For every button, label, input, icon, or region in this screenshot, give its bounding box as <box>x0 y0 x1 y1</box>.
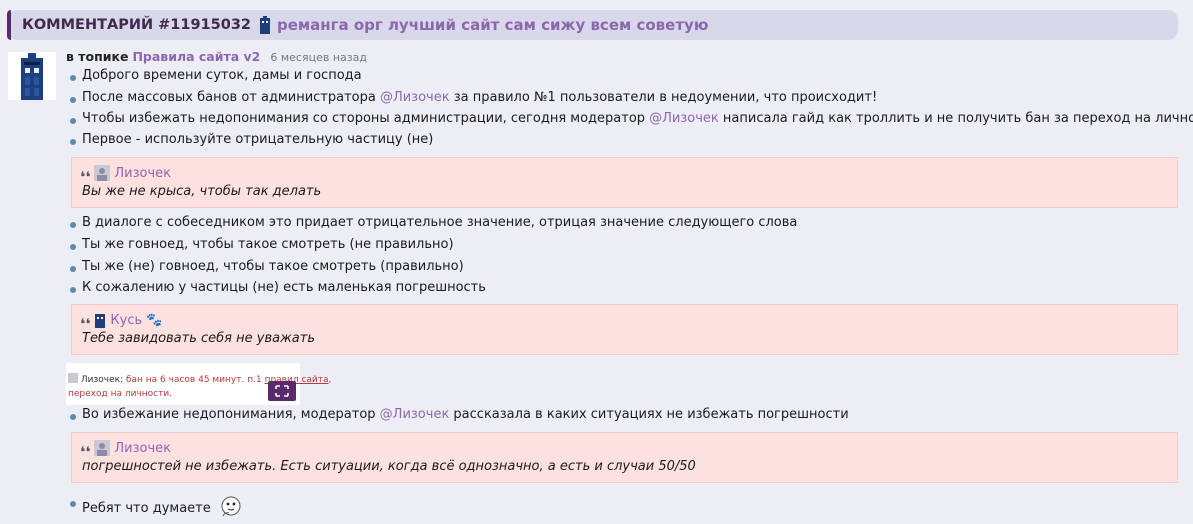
timestamp: 6 месяцев назад <box>270 51 367 64</box>
list-item: После массовых банов от администратора @… <box>69 90 878 105</box>
quote-author[interactable]: Лизочек <box>114 166 171 181</box>
comment-title[interactable]: реманга орг лучший сайт сам сижу всем со… <box>277 16 708 34</box>
list-item: К сожалению у частицы (не) есть маленька… <box>70 280 486 295</box>
comment-meta: в топике Правила сайта v2 6 месяцев наза… <box>66 49 367 64</box>
quote-text: погрешностей не избежать. Есть ситуации,… <box>82 459 696 474</box>
in-topic-label: в топике <box>66 49 129 64</box>
mention-link[interactable]: @Лизочек <box>380 90 450 105</box>
list-item: Ты же говноед, чтобы такое смотреть (не … <box>70 237 454 252</box>
list-item: В диалоге с собеседником это придает отр… <box>69 215 798 230</box>
user-avatar-icon <box>68 373 78 383</box>
quote-block: ❛❛ Кусь 🐾 Тебе завидовать себя не уважат… <box>71 304 1178 355</box>
quote-text: Вы же не крыса, чтобы так делать <box>82 184 322 199</box>
comment-id: КОММЕНТАРИЙ #11915032 <box>22 17 251 33</box>
tardis-avatar-icon <box>21 53 43 100</box>
quote-author[interactable]: Лизочек <box>114 441 171 456</box>
expand-icon <box>275 385 289 397</box>
tardis-icon <box>259 16 271 34</box>
list-item: Доброго времени суток, дамы и господа <box>70 68 362 83</box>
quote-marks-icon: ❛❛ <box>80 443 91 461</box>
paw-icon: 🐾 <box>146 312 163 328</box>
user-avatar-icon <box>94 440 111 456</box>
mention-link[interactable]: @Лизочек <box>649 111 719 126</box>
screenshot-user: Лизочек <box>80 375 121 385</box>
quote-marks-icon: ❛❛ <box>80 315 91 333</box>
list-item: Первое - используйте отрицательную части… <box>69 132 434 147</box>
quote-author[interactable]: Кусь <box>110 313 142 328</box>
avatar[interactable] <box>8 52 56 100</box>
embedded-screenshot[interactable]: Лизочек: бан на 6 часов 45 минут. п.1 пр… <box>66 363 331 405</box>
tardis-icon <box>95 314 106 328</box>
list-item: Чтобы избежать недопонимания со стороны … <box>69 111 1193 126</box>
screenshot-line2: переход на личности. <box>68 389 173 399</box>
quote-marks-icon: ❛❛ <box>80 168 91 186</box>
expand-button[interactable] <box>268 381 296 401</box>
list-item: Ты же (не) говноед, чтобы такое смотреть… <box>70 259 464 274</box>
user-avatar-icon <box>94 165 111 181</box>
quote-block: ❛❛ Лизочек Вы же не крыса, чтобы так дел… <box>71 157 1178 208</box>
quote-text: Тебе завидовать себя не уважать <box>82 331 315 346</box>
quote-block: ❛❛ Лизочек погрешностей не избежать. Ест… <box>71 432 1178 483</box>
mention-link[interactable]: @Лизочек <box>380 407 450 422</box>
comment-header: КОММЕНТАРИЙ #11915032 реманга орг лучший… <box>7 10 1178 40</box>
list-item: Во избежание недопонимания, модератор @Л… <box>70 407 849 422</box>
topic-link[interactable]: Правила сайта v2 <box>132 49 260 64</box>
